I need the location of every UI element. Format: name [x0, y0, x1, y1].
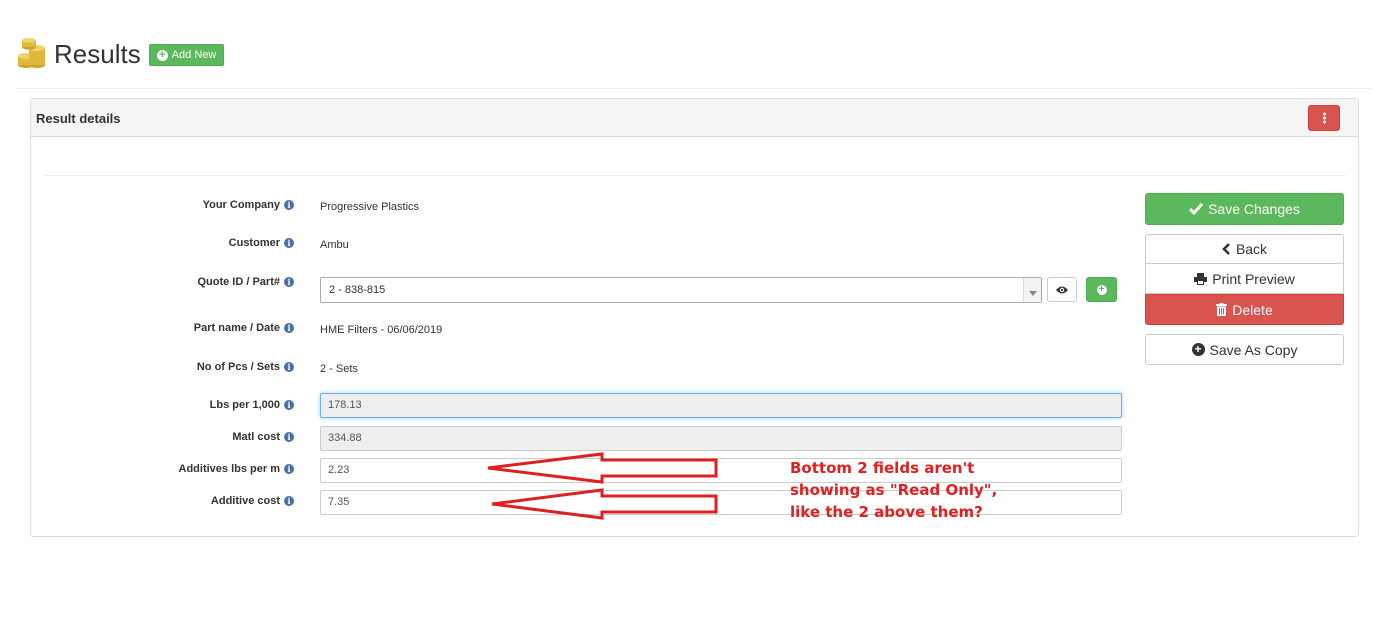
partname-value: HME Filters - 06/06/2019 — [320, 324, 443, 336]
plus-circle-icon: + — [156, 49, 168, 61]
print-icon — [1194, 272, 1208, 285]
info-icon[interactable]: i — [284, 400, 294, 410]
panel-title: Result details — [36, 111, 121, 126]
annotation-line: Bottom 2 fields aren't — [790, 459, 975, 477]
print-preview-label: Print Preview — [1212, 270, 1295, 287]
add-new-label: Add New — [171, 49, 217, 61]
company-value: Progressive Plastics — [320, 201, 420, 213]
page-title: Results — [54, 38, 141, 69]
save-as-copy-label: Save As Copy — [1209, 341, 1298, 358]
quote-label-row: Quote ID / Part# i — [0, 276, 294, 292]
annotation-note: Bottom 2 fields aren't showing as "Read … — [790, 457, 1050, 523]
info-icon[interactable]: i — [284, 200, 294, 210]
additives-label: Additives lbs per m — [178, 463, 280, 475]
partname-label: Part name / Date — [193, 322, 280, 334]
save-changes-label: Save Changes — [1208, 201, 1300, 217]
add-quote-button[interactable]: + — [1086, 277, 1117, 302]
info-icon[interactable]: i — [284, 238, 294, 248]
company-label-row: Your Company i — [0, 199, 294, 215]
view-quote-button[interactable] — [1047, 277, 1077, 302]
partname-label-row: Part name / Date i — [0, 322, 294, 338]
trash-icon — [1216, 303, 1228, 316]
plus-circle-icon: + — [1191, 343, 1205, 356]
additives-label-row: Additives lbs per m i — [0, 463, 294, 479]
info-icon[interactable]: i — [284, 432, 294, 442]
save-changes-button[interactable]: Save Changes — [1145, 193, 1344, 225]
header-divider — [16, 88, 1372, 89]
customer-value: Ambu — [320, 239, 349, 251]
annotation-line: like the 2 above them? — [790, 503, 983, 521]
customer-label-row: Customer i — [0, 237, 294, 253]
info-icon[interactable]: i — [284, 362, 294, 372]
customer-label: Customer — [228, 237, 280, 249]
kebab-icon — [1322, 112, 1326, 124]
matl-label-row: Matl cost i — [0, 431, 294, 447]
quote-label: Quote ID / Part# — [197, 276, 280, 288]
save-as-copy-button[interactable]: + Save As Copy — [1145, 334, 1344, 365]
panel-menu-button[interactable] — [1308, 105, 1340, 131]
panel-heading: Result details — [31, 99, 1358, 137]
info-icon[interactable]: i — [284, 496, 294, 506]
print-preview-button[interactable]: Print Preview — [1145, 264, 1344, 294]
lbs-label: Lbs per 1,000 — [209, 399, 280, 411]
info-icon[interactable]: i — [284, 464, 294, 474]
pcs-label: No of Pcs / Sets — [196, 361, 280, 373]
delete-label: Delete — [1232, 301, 1273, 318]
info-icon[interactable]: i — [284, 323, 294, 333]
addcost-label: Additive cost — [210, 495, 280, 507]
chevron-down-icon[interactable] — [1023, 278, 1041, 302]
add-new-button[interactable]: + Add New — [148, 44, 225, 66]
plus-circle-icon: + — [1096, 284, 1107, 295]
delete-button[interactable]: Delete — [1145, 294, 1344, 325]
annotation-line: showing as "Read Only", — [790, 481, 998, 499]
coins-icon — [18, 38, 45, 68]
chevron-left-icon — [1222, 243, 1230, 255]
addcost-label-row: Additive cost i — [0, 495, 294, 511]
company-label: Your Company — [202, 199, 280, 211]
annotation-arrow-icon — [487, 452, 718, 520]
matl-label: Matl cost — [232, 431, 280, 443]
panel-divider — [44, 175, 1346, 176]
page-header: Results + Add New — [16, 38, 225, 70]
pcs-value: 2 - Sets — [320, 363, 358, 375]
lbs-per-1000-input[interactable]: 178.13 — [320, 393, 1122, 418]
lbs-label-row: Lbs per 1,000 i — [0, 399, 294, 415]
eye-icon — [1056, 286, 1068, 293]
info-icon[interactable]: i — [284, 277, 294, 287]
quote-select-value: 2 - 838-815 — [329, 284, 386, 296]
pcs-label-row: No of Pcs / Sets i — [0, 361, 294, 377]
back-button[interactable]: Back — [1145, 234, 1344, 264]
quote-select[interactable]: 2 - 838-815 — [320, 277, 1042, 303]
check-icon — [1189, 203, 1204, 215]
back-label: Back — [1235, 241, 1268, 257]
